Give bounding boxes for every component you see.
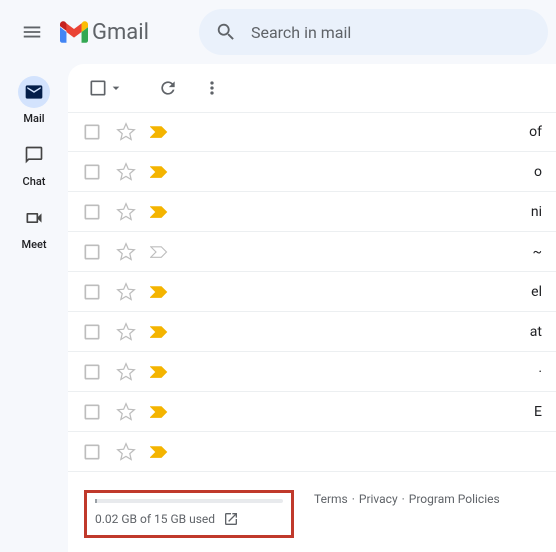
important-marker-icon[interactable] [150,245,168,259]
row-snippet: of [522,124,542,140]
terms-link[interactable]: Terms [314,492,348,506]
meet-icon [18,202,50,234]
star-icon[interactable] [116,322,136,342]
important-marker-icon[interactable] [150,285,168,299]
row-checkbox[interactable] [82,122,102,142]
message-row[interactable]: E [68,392,556,432]
star-icon[interactable] [116,122,136,142]
more-button[interactable] [192,68,232,108]
footer: 0.02 GB of 15 GB used Terms· Privacy· Pr… [68,480,556,552]
select-all-checkbox[interactable] [84,78,128,98]
important-marker-icon[interactable] [150,365,168,379]
storage-text: 0.02 GB of 15 GB used [95,512,215,526]
gmail-logo-icon [60,21,88,43]
star-icon[interactable] [116,362,136,382]
star-icon[interactable] [116,162,136,182]
row-snippet: at [522,324,542,340]
important-marker-icon[interactable] [150,165,168,179]
policies-link[interactable]: Program Policies [409,492,500,506]
nav-item-meet[interactable]: Meet [18,202,50,251]
privacy-link[interactable]: Privacy [359,492,398,506]
toolbar [68,64,556,112]
more-vert-icon [202,78,222,98]
search-icon [215,21,237,43]
row-snippet: el [522,284,542,300]
row-checkbox[interactable] [82,202,102,222]
row-checkbox[interactable] [82,362,102,382]
row-checkbox[interactable] [82,282,102,302]
footer-links: Terms· Privacy· Program Policies [314,490,500,506]
storage-bar [95,499,283,503]
mail-icon [18,76,50,108]
message-row[interactable]: of [68,112,556,152]
star-icon[interactable] [116,202,136,222]
message-row[interactable]: el [68,272,556,312]
message-row[interactable] [68,432,556,472]
nav-item-mail[interactable]: Mail [18,76,50,125]
star-icon[interactable] [116,242,136,262]
row-snippet: ~ [522,244,542,260]
message-row[interactable]: o [68,152,556,192]
main-menu-button[interactable] [8,8,56,56]
message-list: of o ni ~ el at · E [68,112,556,480]
row-checkbox[interactable] [82,162,102,182]
important-marker-icon[interactable] [150,445,168,459]
row-checkbox[interactable] [82,442,102,462]
refresh-icon [158,78,178,98]
nav-label: Meet [21,238,46,251]
row-checkbox[interactable] [82,402,102,422]
message-row[interactable]: ni [68,192,556,232]
row-snippet: E [522,404,542,420]
row-snippet: · [522,364,542,380]
row-snippet: o [522,164,542,180]
mail-panel: of o ni ~ el at · E 0.02 GB of 15 GB used Terms… [68,64,556,552]
storage-widget[interactable]: 0.02 GB of 15 GB used [84,490,294,538]
refresh-button[interactable] [148,68,188,108]
message-row[interactable]: at [68,312,556,352]
nav-label: Chat [23,175,46,188]
row-checkbox[interactable] [82,322,102,342]
star-icon[interactable] [116,402,136,422]
hamburger-icon [21,21,43,43]
chat-icon [18,139,50,171]
message-row[interactable]: · [68,352,556,392]
open-in-new-icon [223,511,239,527]
important-marker-icon[interactable] [150,325,168,339]
important-marker-icon[interactable] [150,405,168,419]
app-sidebar: Mail Chat Meet [0,64,68,552]
search-placeholder: Search in mail [251,23,351,42]
important-marker-icon[interactable] [150,125,168,139]
important-marker-icon[interactable] [150,205,168,219]
search-input[interactable]: Search in mail [199,9,548,55]
gmail-logo[interactable]: Gmail [60,20,149,45]
checkbox-icon [88,78,108,98]
chevron-down-icon [108,80,124,96]
row-snippet: ni [522,204,542,220]
nav-item-chat[interactable]: Chat [18,139,50,188]
message-row[interactable]: ~ [68,232,556,272]
row-checkbox[interactable] [82,242,102,262]
star-icon[interactable] [116,282,136,302]
brand-text: Gmail [92,20,149,45]
star-icon[interactable] [116,442,136,462]
nav-label: Mail [23,112,44,125]
message-row[interactable] [68,472,556,480]
